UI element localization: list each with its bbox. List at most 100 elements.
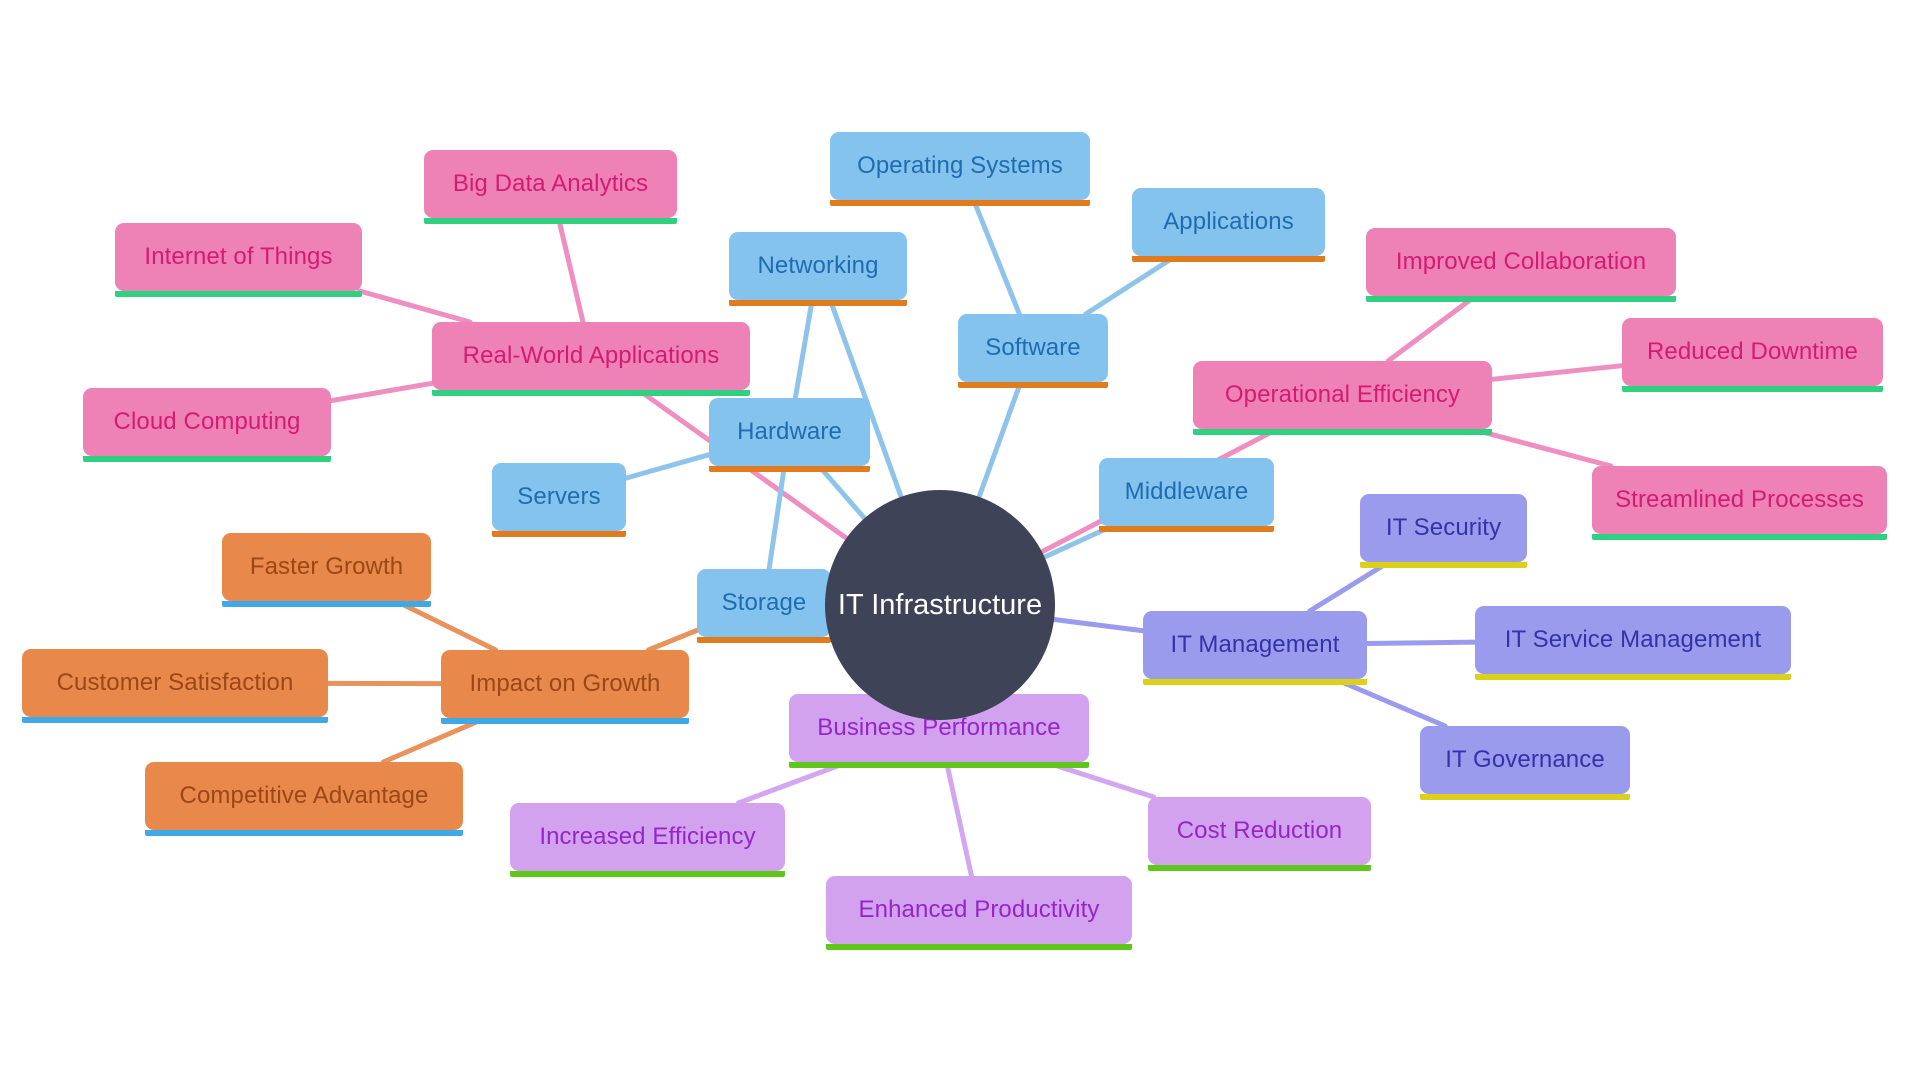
node-accent-bar-improved-collaboration bbox=[1366, 296, 1676, 302]
node-accent-bar-operating-systems bbox=[830, 200, 1090, 206]
node-accent-bar-software bbox=[958, 382, 1108, 388]
node-accent-bar-enhanced-productivity bbox=[826, 944, 1132, 950]
node-accent-bar-real-world-applications bbox=[432, 390, 750, 396]
node-accent-bar-storage bbox=[697, 637, 831, 643]
node-label-applications: Applications bbox=[1163, 208, 1294, 235]
node-streamlined-processes[interactable]: Streamlined Processes bbox=[1592, 466, 1887, 540]
edge-business-performance-to-increased-efficiency bbox=[735, 759, 851, 806]
node-label-networking: Networking bbox=[757, 252, 879, 279]
node-operating-systems[interactable]: Operating Systems bbox=[830, 132, 1090, 206]
node-accent-bar-competitive-advantage bbox=[145, 830, 463, 836]
edge-hardware-to-networking bbox=[792, 297, 815, 401]
node-hardware[interactable]: Hardware bbox=[709, 398, 870, 472]
edge-real-world-applications-to-cloud-computing bbox=[328, 380, 435, 404]
node-storage[interactable]: Storage bbox=[697, 569, 831, 643]
node-it-management[interactable]: IT Management bbox=[1143, 611, 1367, 685]
edge-impact-on-growth-to-storage bbox=[646, 627, 700, 653]
node-label-enhanced-productivity: Enhanced Productivity bbox=[858, 896, 1100, 923]
node-accent-bar-business-performance bbox=[789, 762, 1089, 768]
node-real-world-applications[interactable]: Real-World Applications bbox=[432, 322, 750, 396]
node-accent-bar-customer-satisfaction bbox=[22, 717, 328, 723]
edge-root-to-it-management bbox=[1051, 616, 1146, 634]
node-label-operating-systems: Operating Systems bbox=[857, 152, 1063, 179]
node-label-it-service-management: IT Service Management bbox=[1504, 626, 1762, 653]
node-improved-collaboration[interactable]: Improved Collaboration bbox=[1366, 228, 1676, 302]
node-label-operational-efficiency: Operational Efficiency bbox=[1224, 381, 1461, 408]
edge-real-world-applications-to-internet-of-things bbox=[357, 288, 473, 325]
node-accent-bar-it-governance bbox=[1420, 794, 1630, 800]
node-accent-bar-it-security bbox=[1360, 562, 1527, 568]
edge-it-management-to-it-service-management bbox=[1364, 639, 1478, 647]
node-increased-efficiency[interactable]: Increased Efficiency bbox=[510, 803, 785, 877]
edge-hardware-to-servers bbox=[623, 452, 712, 481]
node-label-improved-collaboration: Improved Collaboration bbox=[1395, 248, 1647, 275]
node-servers[interactable]: Servers bbox=[492, 463, 626, 537]
node-label-middleware: Middleware bbox=[1124, 478, 1249, 505]
node-competitive-advantage[interactable]: Competitive Advantage bbox=[145, 762, 463, 836]
edge-real-world-applications-to-big-data-analytics bbox=[556, 215, 586, 325]
node-enhanced-productivity[interactable]: Enhanced Productivity bbox=[826, 876, 1132, 950]
node-accent-bar-cloud-computing bbox=[83, 456, 331, 462]
node-reduced-downtime[interactable]: Reduced Downtime bbox=[1622, 318, 1883, 392]
node-label-streamlined-processes: Streamlined Processes bbox=[1615, 486, 1864, 513]
edge-it-management-to-it-security bbox=[1307, 559, 1392, 614]
node-accent-bar-impact-on-growth bbox=[441, 718, 689, 724]
node-cloud-computing[interactable]: Cloud Computing bbox=[83, 388, 331, 462]
node-internet-of-things[interactable]: Internet of Things bbox=[115, 223, 362, 297]
node-label-internet-of-things: Internet of Things bbox=[144, 243, 333, 270]
node-faster-growth[interactable]: Faster Growth bbox=[222, 533, 431, 607]
node-label-it-governance: IT Governance bbox=[1445, 746, 1605, 773]
node-label-software: Software bbox=[985, 334, 1081, 361]
node-label-it-management: IT Management bbox=[1170, 631, 1340, 658]
node-networking[interactable]: Networking bbox=[729, 232, 907, 306]
node-label-faster-growth: Faster Growth bbox=[249, 553, 404, 580]
node-label-servers: Servers bbox=[517, 483, 601, 510]
node-label-cloud-computing: Cloud Computing bbox=[113, 408, 301, 435]
edge-hardware-to-storage bbox=[766, 463, 787, 572]
edge-root-to-software bbox=[976, 379, 1024, 500]
node-label-cost-reduction: Cost Reduction bbox=[1176, 817, 1343, 844]
node-applications[interactable]: Applications bbox=[1132, 188, 1325, 262]
node-cost-reduction[interactable]: Cost Reduction bbox=[1148, 797, 1371, 871]
node-label-competitive-advantage: Competitive Advantage bbox=[179, 782, 429, 809]
node-label-increased-efficiency: Increased Efficiency bbox=[539, 823, 756, 850]
node-accent-bar-big-data-analytics bbox=[424, 218, 677, 224]
node-accent-bar-applications bbox=[1132, 256, 1325, 262]
root-node-label: IT Infrastructure bbox=[837, 588, 1043, 621]
node-software[interactable]: Software bbox=[958, 314, 1108, 388]
edge-business-performance-to-enhanced-productivity bbox=[943, 759, 975, 879]
node-label-reduced-downtime: Reduced Downtime bbox=[1646, 338, 1859, 365]
node-label-storage: Storage bbox=[721, 589, 807, 616]
node-accent-bar-networking bbox=[729, 300, 907, 306]
node-label-customer-satisfaction: Customer Satisfaction bbox=[56, 669, 294, 696]
node-label-impact-on-growth: Impact on Growth bbox=[469, 670, 661, 697]
node-operational-efficiency[interactable]: Operational Efficiency bbox=[1193, 361, 1492, 435]
node-it-security[interactable]: IT Security bbox=[1360, 494, 1527, 568]
node-accent-bar-it-management bbox=[1143, 679, 1367, 685]
edge-operational-efficiency-to-streamlined-processes bbox=[1468, 426, 1614, 469]
node-accent-bar-middleware bbox=[1099, 526, 1274, 532]
node-accent-bar-internet-of-things bbox=[115, 291, 362, 297]
node-customer-satisfaction[interactable]: Customer Satisfaction bbox=[22, 649, 328, 723]
node-accent-bar-increased-efficiency bbox=[510, 871, 785, 877]
node-accent-bar-servers bbox=[492, 531, 626, 537]
node-middleware[interactable]: Middleware bbox=[1099, 458, 1274, 532]
node-it-service-management[interactable]: IT Service Management bbox=[1475, 606, 1791, 680]
node-big-data-analytics[interactable]: Big Data Analytics bbox=[424, 150, 677, 224]
node-accent-bar-operational-efficiency bbox=[1193, 429, 1492, 435]
node-accent-bar-cost-reduction bbox=[1148, 865, 1371, 871]
node-label-hardware: Hardware bbox=[737, 418, 842, 445]
node-it-governance[interactable]: IT Governance bbox=[1420, 726, 1630, 800]
node-accent-bar-streamlined-processes bbox=[1592, 534, 1887, 540]
edge-impact-on-growth-to-faster-growth bbox=[393, 598, 499, 653]
root-node-it-infrastructure[interactable]: IT Infrastructure bbox=[825, 490, 1055, 720]
node-impact-on-growth[interactable]: Impact on Growth bbox=[441, 650, 689, 724]
node-accent-bar-reduced-downtime bbox=[1622, 386, 1883, 392]
node-accent-bar-faster-growth bbox=[222, 601, 431, 607]
node-label-big-data-analytics: Big Data Analytics bbox=[452, 170, 649, 197]
node-label-real-world-applications: Real-World Applications bbox=[462, 342, 720, 369]
node-accent-bar-it-service-management bbox=[1475, 674, 1791, 680]
edge-root-to-hardware bbox=[816, 463, 868, 521]
node-accent-bar-hardware bbox=[709, 466, 870, 472]
node-label-it-security: IT Security bbox=[1385, 514, 1502, 541]
